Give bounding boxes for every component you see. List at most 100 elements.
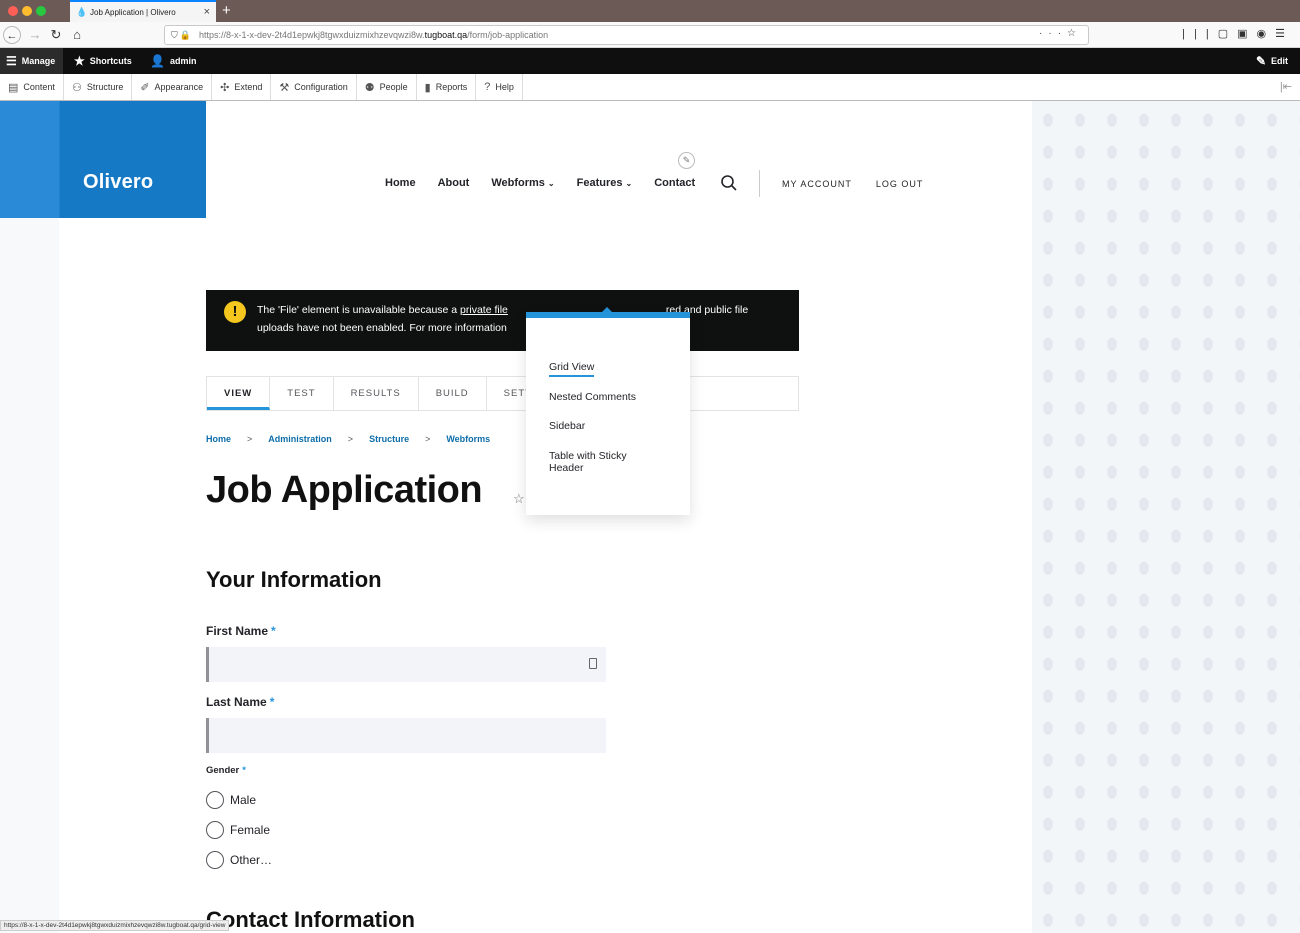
last-name-label: Last Name * [206,695,275,709]
search-icon[interactable] [720,174,738,192]
nav-divider [759,170,760,197]
section-your-information: Your Information [206,567,382,592]
pencil-icon: ✎ [1255,54,1266,68]
message-line-2: uploads have not been enabled. For more … [257,322,507,334]
chevron-down-icon: ⌄ [625,178,633,188]
drupal-drop-icon: 💧 [76,7,88,17]
admin-menu-extend[interactable]: ✣ Extend [212,74,272,100]
browser-tab[interactable]: 💧 Job Application | Olivero × [70,0,216,22]
admin-menu-configuration[interactable]: ⚒ Configuration [271,74,357,100]
breadcrumb-home[interactable]: Home [206,434,231,444]
required-mark: * [242,765,246,776]
site-security-icon[interactable]: ⛉🔒 [165,30,199,41]
nav-webforms[interactable]: Webforms ⌄ [491,177,554,189]
reload-icon[interactable]: ↻ [47,26,65,44]
primary-nav: Home About Webforms ⌄ Features ⌄ Contact [385,177,717,189]
admin-menu-people[interactable]: ⚉ People [357,74,417,100]
admin-menu-structure[interactable]: ⚇ Structure [64,74,133,100]
local-tasks-tabs: VIEW TEST RESULTS BUILD SETTI [206,376,799,411]
forward-arrow-icon[interactable]: → [26,26,44,44]
radio-button[interactable] [206,821,224,839]
breadcrumb-separator: > [247,434,253,444]
dropdown-item-table-sticky-header[interactable]: Table with Sticky Header [549,450,659,474]
breadcrumb-administration[interactable]: Administration [268,434,332,444]
last-name-input[interactable] [206,718,606,753]
my-account-link[interactable]: MY ACCOUNT [782,179,852,189]
warning-icon: ! [224,301,246,323]
breadcrumb-separator: > [347,434,354,444]
breadcrumb-webforms[interactable]: Webforms [446,434,490,444]
dropdown-item-grid-view[interactable]: Grid View [549,361,595,377]
gender-option-other[interactable]: Other… [206,851,272,869]
tab-build[interactable]: BUILD [419,377,487,410]
secondary-nav: MY ACCOUNT LOG OUT [782,179,947,189]
chevron-down-icon: ⌄ [547,178,555,188]
dropdown-item-nested-comments[interactable]: Nested Comments [549,391,636,403]
radio-button[interactable] [206,791,224,809]
private-file-link[interactable]: private file [460,304,508,316]
minimize-window-button[interactable] [22,6,32,16]
favorite-star-icon[interactable]: ☆ [513,491,525,507]
breadcrumb: Home > Administration > Structure > Webf… [206,434,490,444]
dropdown-item-sidebar[interactable]: Sidebar [549,420,585,432]
log-out-link[interactable]: LOG OUT [876,179,924,189]
chart-icon: ▮ [424,81,431,94]
first-name-input[interactable] [206,647,606,682]
tab-title: Job Application | Olivero [90,7,176,17]
tab-test[interactable]: TEST [270,377,334,410]
nav-home[interactable]: Home [385,177,416,189]
page-title: Job Application [206,469,483,511]
user-menu-button[interactable]: 👤 admin [150,48,196,74]
puzzle-icon: ✣ [220,81,230,94]
url-bar[interactable]: ⛉🔒 https://8-x-1-x-dev-2t4d1epwkj8tgwxdu… [164,25,1089,45]
section-contact-information: Contact Information [206,907,415,932]
first-name-label: First Name * [206,624,276,638]
shortcuts-button[interactable]: ★ Shortcuts [74,48,132,74]
required-mark: * [271,624,276,638]
message-line-1: The 'File' element is unavailable becaus… [257,304,749,316]
manage-tray-button[interactable]: ☰ Manage [0,48,64,74]
gender-option-female[interactable]: Female [206,821,270,839]
nav-about[interactable]: About [438,177,470,189]
nav-features[interactable]: Features ⌄ [577,177,633,189]
warning-message: ! The 'File' element is unavailable beca… [206,290,799,351]
site-branding[interactable]: Olivero [0,101,206,218]
contextual-edit-icon[interactable]: ✎ [678,152,695,169]
main-container [59,101,1032,933]
home-icon[interactable]: ⌂ [68,26,86,44]
user-icon: 👤 [150,54,165,68]
browser-tab-strip: 💧 Job Application | Olivero × + [0,0,1300,22]
status-bar-url: https://8-x-1-x-dev-2t4d1epwkj8tgwxduizm… [0,920,230,931]
collapse-toolbar-icon[interactable]: |⇤ [1280,80,1292,93]
tab-view[interactable]: VIEW [207,377,271,410]
radio-button[interactable] [206,851,224,869]
help-icon: ? [484,81,491,93]
gender-option-male[interactable]: Male [206,791,256,809]
breadcrumb-structure[interactable]: Structure [369,434,409,444]
hamburger-icon: ☰ [6,54,17,68]
site-name[interactable]: Olivero [83,171,153,194]
admin-menu-help[interactable]: ? Help [476,74,523,100]
sitemap-icon: ⚇ [71,81,82,94]
wrench-icon: ⚒ [279,81,290,94]
admin-menu-appearance[interactable]: ✐ Appearance [132,74,213,100]
maximize-window-button[interactable] [36,6,46,16]
people-icon: ⚉ [364,81,375,94]
tab-results[interactable]: RESULTS [334,377,419,410]
edit-mode-button[interactable]: ✎ Edit [1256,48,1288,74]
admin-menu-content[interactable]: ▤ Content [0,74,64,100]
close-window-button[interactable] [8,6,18,16]
background-pattern [1032,101,1300,933]
admin-menu-reports[interactable]: ▮ Reports [417,74,477,100]
tab-close-icon[interactable]: × [204,6,210,18]
new-tab-button[interactable]: + [222,2,231,20]
url-text[interactable]: https://8-x-1-x-dev-2t4d1epwkj8tgwxduizm… [199,30,548,40]
nav-contact[interactable]: Contact [654,177,695,189]
admin-menu-tray: ▤ Content ⚇ Structure ✐ Appearance ✣ Extend … [0,74,1300,101]
required-mark: * [269,695,275,709]
autofill-icon[interactable] [589,658,597,669]
admin-toolbar: ☰ Manage ★ Shortcuts 👤 admin ✎ Edit [0,48,1300,74]
page-actions-icon[interactable]: ···☆ [1039,28,1082,39]
back-arrow-icon[interactable]: ← [3,26,21,44]
browser-toolbar-icons[interactable]: |||▢▣◉☰ [1182,27,1294,40]
